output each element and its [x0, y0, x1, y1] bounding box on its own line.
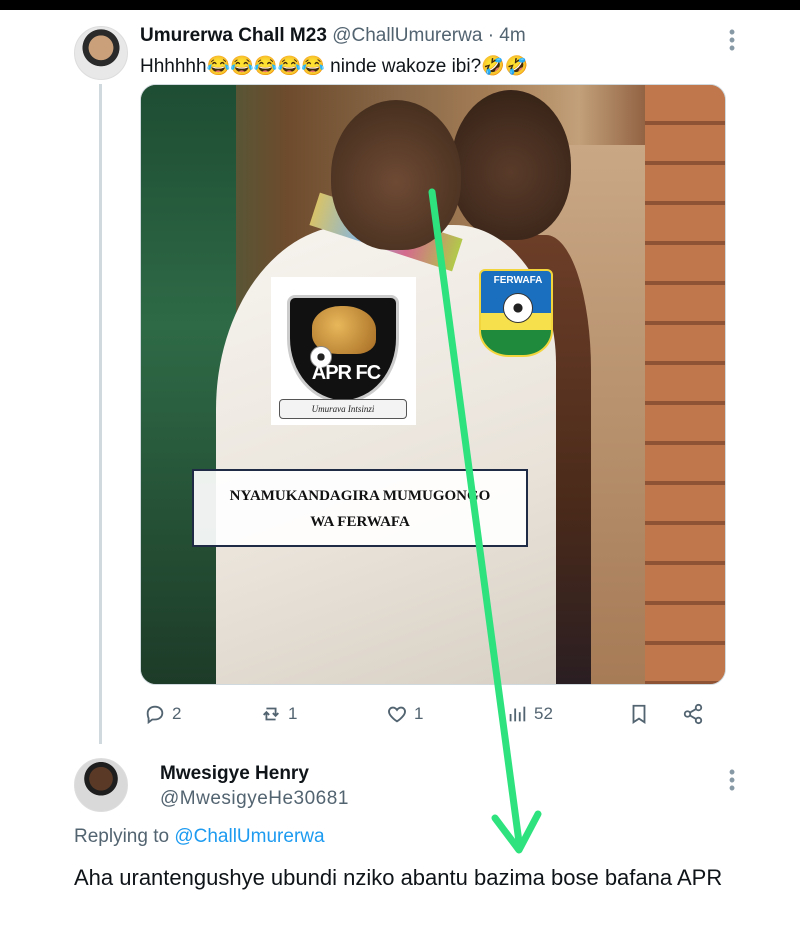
more-vertical-icon[interactable]: • • • — [722, 763, 742, 797]
tweet-media-image[interactable]: APR FC Umurava Intsinzi FERWAFA NYAMUKAN… — [140, 84, 726, 685]
views-icon — [509, 706, 526, 722]
thread-connector-line — [99, 84, 102, 744]
like-icon — [388, 706, 406, 723]
reply-count: 2 — [172, 704, 182, 723]
apr-logo-text: APR FC — [311, 362, 381, 384]
bookmark-button[interactable] — [628, 700, 650, 728]
replying-to: Replying to @ChallUmurerwa — [74, 826, 325, 848]
ferwafa-logo: FERWAFA — [477, 267, 555, 359]
author-name[interactable]: Umurerwa Chall M23 — [140, 25, 327, 46]
reply-author-name[interactable]: Mwesigye Henry — [160, 763, 309, 785]
avatar[interactable] — [74, 26, 128, 80]
football-icon — [503, 293, 533, 323]
author-handle[interactable]: @ChallUmurerwa — [332, 25, 482, 46]
views-count: 52 — [534, 704, 553, 723]
photo-man-head — [331, 100, 461, 250]
tweet-time[interactable]: 4m — [499, 25, 525, 46]
caption-line-2: WA FERWAFA — [310, 514, 410, 530]
retweet-count: 1 — [288, 704, 298, 723]
views-button[interactable]: 52 — [506, 700, 553, 728]
apr-fc-logo: APR FC Umurava Intsinzi — [271, 277, 416, 425]
retweet-icon — [263, 707, 279, 721]
photo-woman-head — [451, 90, 571, 240]
separator-dot: · — [487, 25, 495, 46]
replying-prefix: Replying to — [74, 826, 170, 847]
reply-button[interactable]: 2 — [144, 700, 181, 728]
reply-author-handle[interactable]: @MwesigyeHe30681 — [160, 788, 349, 810]
caption-line-1: NYAMUKANDAGIRA MUMUGONGO — [229, 488, 491, 504]
tweet-actions-bar: 2 1 1 52 — [140, 700, 726, 728]
ferwafa-shield: FERWAFA — [479, 269, 553, 357]
replying-handle-link[interactable]: @ChallUmurerwa — [174, 826, 324, 847]
apr-ribbon: Umurava Intsinzi — [279, 399, 407, 419]
photo-brick-wall — [645, 85, 725, 684]
tweet-header: Umurerwa Chall M23 @ChallUmurerwa · 4m — [140, 25, 526, 47]
like-button[interactable]: 1 — [386, 700, 423, 728]
ferwafa-logo-text: FERWAFA — [493, 275, 543, 286]
like-count: 1 — [414, 704, 424, 723]
bookmark-icon — [632, 704, 646, 724]
share-button[interactable] — [682, 700, 704, 728]
avatar[interactable] — [74, 758, 128, 812]
reply-icon — [146, 705, 164, 725]
image-caption-box: NYAMUKANDAGIRA MUMUGONGO WA FERWAFA — [192, 469, 528, 547]
share-icon — [683, 703, 703, 725]
tweet-text: Hhhhhh😂😂😂😂😂 ninde wakoze ibi?🤣🤣 — [140, 56, 529, 77]
apr-shield: APR FC — [287, 295, 399, 403]
more-vertical-icon[interactable]: • • • — [722, 23, 742, 57]
retweet-button[interactable]: 1 — [260, 700, 297, 728]
top-status-bar — [0, 0, 800, 10]
reply-text: Aha urantengushye ubundi nziko abantu ba… — [74, 865, 723, 890]
